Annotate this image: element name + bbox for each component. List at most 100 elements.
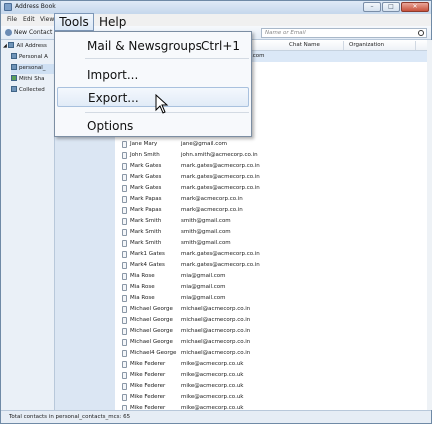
menu-item-label: Mail & Newsgroups	[87, 39, 202, 53]
contact-email: mark.gates@acmecorp.co.in	[181, 262, 260, 268]
contact-email: mark@acmecorp.co.in	[181, 196, 243, 202]
contact-row[interactable]: Mark Smith smith@gmail.com	[115, 238, 427, 249]
menu-file[interactable]: File	[7, 16, 17, 23]
contact-name: Mark4 Gates	[130, 262, 165, 268]
contact-email: john.smith@acmecorp.co.in	[181, 152, 258, 158]
contact-row[interactable]: Mike Federer mike@acmecorp.co.uk	[115, 403, 427, 410]
contact-card-icon	[122, 361, 127, 368]
contact-name: Jane Mary	[130, 141, 158, 147]
new-contact-label: New Contact	[14, 29, 53, 36]
contact-row[interactable]: Mark Papas mark@acmecorp.co.in	[115, 194, 427, 205]
contact-row[interactable]: Mike Federer mike@acmecorp.co.uk	[115, 370, 427, 381]
contact-name: Mark Smith	[130, 240, 162, 246]
book-icon	[8, 42, 15, 48]
menu-edit[interactable]: Edit	[23, 16, 35, 23]
tree-item-personal-contacts[interactable]: personal_	[11, 64, 54, 74]
contact-row[interactable]: Mark Smith smith@gmail.com	[115, 227, 427, 238]
contact-card-icon	[122, 174, 127, 181]
contact-row[interactable]: Mark Gates mark.gates@acmecorp.co.in	[115, 183, 427, 194]
menu-item-options[interactable]: Options	[55, 116, 251, 136]
contact-row[interactable]: Mark1 Gates mark.gates@acmecorp.co.in	[115, 249, 427, 260]
tree-item-collected[interactable]: Collected	[11, 86, 54, 96]
contact-card-icon	[122, 185, 127, 192]
contact-name: Michael George	[130, 339, 173, 345]
contact-row[interactable]: Michael4 George michael@acmecorp.co.in	[115, 348, 427, 359]
contact-row[interactable]: Mark Papas mark@acmecorp.co.in	[115, 205, 427, 216]
contact-card-icon	[122, 372, 127, 379]
maximize-button[interactable]: □	[382, 2, 400, 12]
contact-row[interactable]: Mark4 Gates mark.gates@acmecorp.co.in	[115, 260, 427, 271]
contact-card-icon	[122, 339, 127, 346]
contact-row[interactable]: Mia Rose mia@gmail.com	[115, 293, 427, 304]
contact-card-icon	[122, 284, 127, 291]
contact-name: Mia Rose	[130, 284, 155, 290]
contact-row[interactable]: John Smith john.smith@acmecorp.co.in	[115, 150, 427, 161]
minimize-button[interactable]: –	[363, 2, 381, 12]
contact-name: Mark Papas	[130, 196, 162, 202]
contact-email: mia@gmail.com	[181, 273, 226, 279]
tree-item-label: Mithi Sha	[19, 76, 45, 82]
close-button[interactable]: ✕	[401, 2, 429, 12]
tree-item-all-address-books[interactable]: ◢ All Address	[3, 42, 54, 52]
tree-item-personal[interactable]: Personal A	[11, 53, 54, 63]
tools-menu-popup: Mail & Newsgroups Ctrl+1 Import... Expor…	[54, 31, 252, 137]
column-chat-name[interactable]: Chat Name	[289, 42, 320, 48]
column-organization[interactable]: Organization	[349, 42, 384, 48]
menu-item-import[interactable]: Import...	[55, 65, 251, 85]
contact-row[interactable]: Michael George michael@acmecorp.co.in	[115, 315, 427, 326]
menu-separator	[85, 58, 249, 59]
column-divider[interactable]	[343, 41, 344, 50]
contact-row[interactable]: Mike Federer mike@acmecorp.co.uk	[115, 381, 427, 392]
book-icon	[11, 86, 17, 92]
contact-card-icon	[122, 196, 127, 203]
menu-item-shortcut: Ctrl+1	[201, 39, 241, 53]
menu-item-mail-newsgroups[interactable]: Mail & Newsgroups Ctrl+1	[55, 36, 251, 56]
window-title: Address Book	[15, 3, 56, 10]
contact-row[interactable]: Mia Rose mia@gmail.com	[115, 271, 427, 282]
contact-row[interactable]: Mark Gates mark.gates@acmecorp.co.in	[115, 161, 427, 172]
contact-email: mark.gates@acmecorp.co.in	[181, 174, 260, 180]
contact-name: Michael George	[130, 328, 173, 334]
contact-row[interactable]: Mark Gates mark.gates@acmecorp.co.in	[115, 172, 427, 183]
column-divider[interactable]	[415, 41, 416, 50]
contact-row[interactable]: Michael George michael@acmecorp.co.in	[115, 326, 427, 337]
tree-item-label: All Address	[16, 43, 47, 49]
contact-email: mark.gates@acmecorp.co.in	[181, 185, 260, 191]
menu-item-export[interactable]: Export...	[57, 87, 249, 107]
contact-row[interactable]: Mike Federer mike@acmecorp.co.uk	[115, 392, 427, 403]
contact-name: Mark1 Gates	[130, 251, 165, 257]
contact-email: jane@gmail.com	[181, 141, 228, 147]
book-icon	[11, 53, 17, 59]
contact-card-icon	[122, 306, 127, 313]
tree-item-mithi[interactable]: Mithi Sha	[11, 75, 54, 85]
menu-help[interactable]: Help	[99, 15, 126, 29]
contact-name: Mike Federer	[130, 361, 166, 367]
contact-row[interactable]: Mark Smith smith@gmail.com	[115, 216, 427, 227]
contact-row[interactable]: Michael George michael@acmecorp.co.in	[115, 304, 427, 315]
contact-row[interactable]: Mia Rose mia@gmail.com	[115, 282, 427, 293]
contact-card-icon	[122, 328, 127, 335]
search-placeholder: Name or Email	[265, 30, 306, 36]
search-icon[interactable]	[418, 30, 424, 36]
contact-card-icon	[122, 350, 127, 357]
vertical-scrollbar[interactable]	[427, 40, 432, 410]
menu-view[interactable]: View	[40, 16, 54, 23]
globe-book-icon	[11, 75, 17, 81]
contact-email: michael@acmecorp.co.in	[181, 328, 251, 334]
contact-name: Mark Gates	[130, 174, 162, 180]
tree-item-label: Collected	[19, 87, 45, 93]
menu-tools[interactable]: Tools	[54, 13, 94, 31]
search-input[interactable]: Name or Email	[261, 28, 427, 38]
new-contact-button[interactable]: New Contact	[5, 29, 52, 36]
contact-card-icon	[122, 229, 127, 236]
new-contact-icon	[5, 29, 12, 36]
menu-item-label: Options	[87, 119, 134, 133]
contact-row[interactable]: Michael George michael@acmecorp.co.in	[115, 337, 427, 348]
contact-card-icon	[122, 317, 127, 324]
contact-row[interactable]: Jane Mary jane@gmail.com	[115, 139, 427, 150]
contact-name: Mia Rose	[130, 273, 155, 279]
contact-name: Mark Gates	[130, 185, 162, 191]
contact-email: smith@gmail.com	[181, 240, 231, 246]
contact-card-icon	[122, 207, 127, 214]
contact-row[interactable]: Mike Federer mike@acmecorp.co.uk	[115, 359, 427, 370]
